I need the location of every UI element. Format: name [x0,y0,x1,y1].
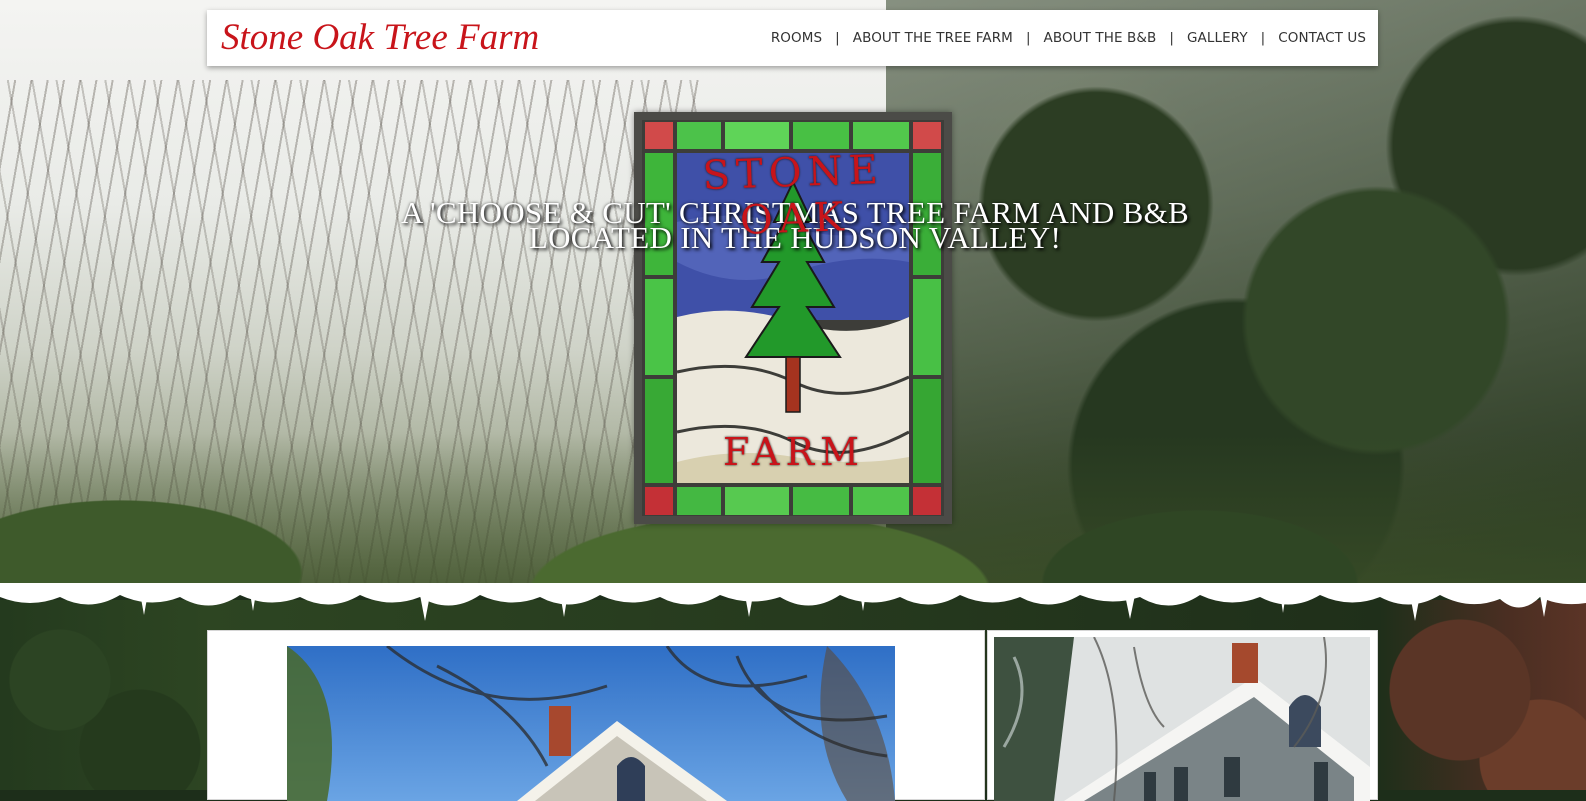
farmhouse-photo [287,646,895,801]
main-nav: ROOMS | ABOUT THE TREE FARM | ABOUT THE … [771,30,1366,46]
snowy-branch-divider [0,583,1586,621]
nav-contact-us[interactable]: CONTACT US [1278,30,1366,46]
content-card-side [987,630,1378,801]
content-card-main [207,630,985,801]
winter-house-photo [994,637,1370,801]
nav-separator: | [1169,30,1174,46]
site-header: Stone Oak Tree Farm ROOMS | ABOUT THE TR… [207,10,1378,66]
nav-about-bnb[interactable]: ABOUT THE B&B [1044,30,1157,46]
nav-rooms[interactable]: ROOMS [771,30,822,46]
nav-separator: | [835,30,840,46]
nav-separator: | [1260,30,1266,46]
site-logo-title[interactable]: Stone Oak Tree Farm [221,16,539,59]
sign-lettering-bottom: FARM [722,430,866,474]
nav-about-tree-farm[interactable]: ABOUT THE TREE FARM [853,30,1013,46]
nav-separator: | [1025,30,1031,46]
sign-lettering-top: STONE OAK [701,146,885,244]
nav-gallery[interactable]: GALLERY [1187,30,1248,46]
